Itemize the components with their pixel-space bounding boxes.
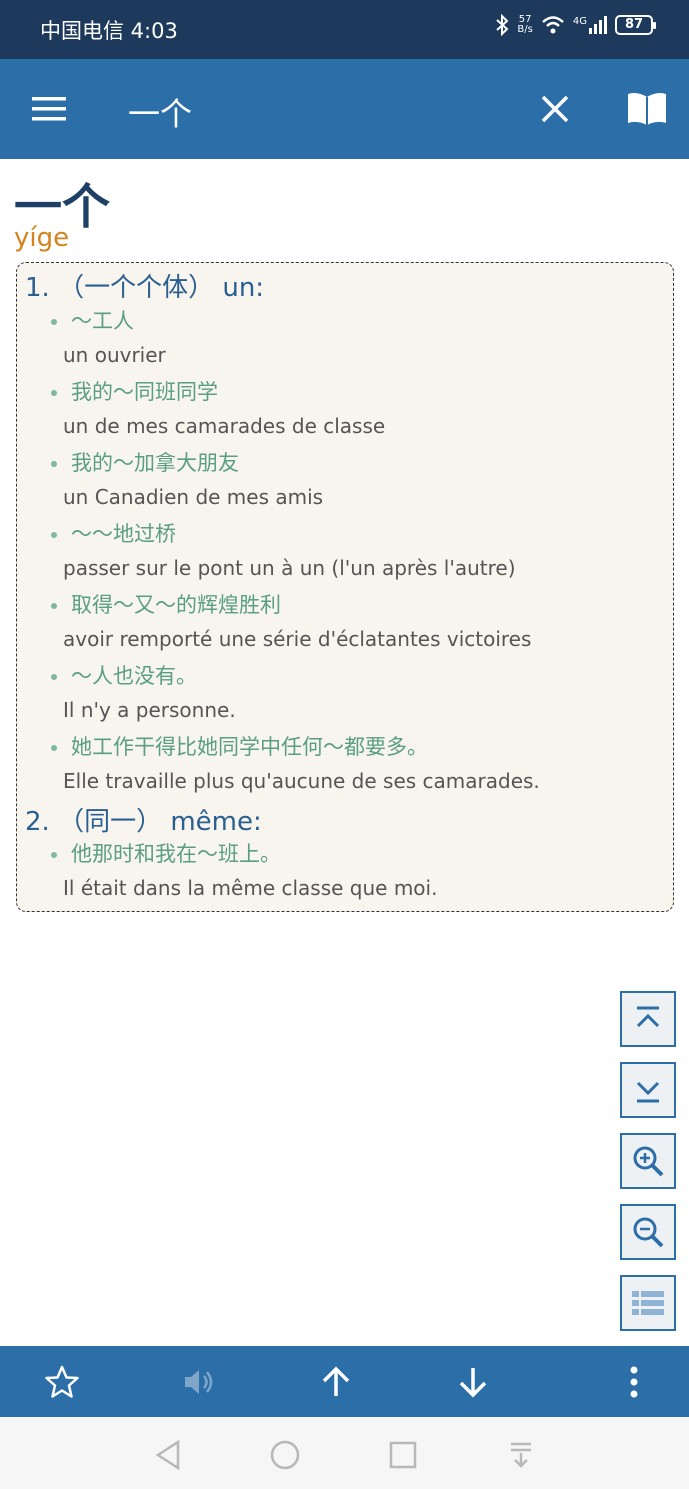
example-zh[interactable]: 他那时和我在～班上。 (51, 838, 281, 868)
scroll-top-icon (636, 1006, 660, 1028)
zoom-out-icon (633, 1217, 664, 1248)
bluetooth-icon (496, 14, 509, 36)
zoom-in-icon (633, 1146, 664, 1177)
scroll-top-button[interactable] (620, 991, 676, 1047)
zoom-out-button[interactable] (620, 1204, 676, 1260)
example-zh[interactable]: 她工作干得比她同学中任何～都要多。 (51, 731, 428, 761)
example-fr: un ouvrier (63, 343, 166, 367)
bullet-icon (51, 852, 57, 858)
system-nav-bar (0, 1417, 689, 1489)
bullet-icon (51, 532, 57, 538)
example-fr: un Canadien de mes amis (63, 485, 324, 509)
example-fr: Il n'y a personne. (63, 698, 236, 722)
example-zh-text: ～～地过桥 (71, 522, 176, 546)
zoom-in-button[interactable] (620, 1133, 676, 1189)
status-bar: 中国电信 4:03 57 B/s 4G 87 (0, 0, 689, 59)
example-fr: Il était dans la même classe que moi. (63, 876, 438, 900)
speaker-icon[interactable] (175, 1358, 223, 1406)
example-zh-text: 她工作干得比她同学中任何～都要多。 (71, 735, 428, 759)
example-zh[interactable]: ～工人 (51, 305, 134, 335)
definition-box: 1. （一个个体） un: ～工人 un ouvrier 我的～同班同学 un … (16, 262, 674, 912)
book-icon[interactable] (622, 84, 672, 134)
bullet-icon (51, 674, 57, 680)
carrier-time: 中国电信 4:03 (40, 19, 178, 43)
battery-icon: 87 (615, 15, 656, 35)
bullet-icon (51, 603, 57, 609)
net-speed: 57 B/s (517, 15, 532, 35)
app-bar: 一个 (0, 59, 689, 159)
bottom-toolbar (0, 1346, 689, 1417)
example-fr: avoir remporté une série d'éclatantes vi… (63, 627, 532, 651)
example-zh-text: ～人也没有。 (71, 664, 197, 688)
search-query-title[interactable]: 一个 (128, 89, 192, 135)
example-zh-text: 我的～同班同学 (71, 380, 218, 404)
arrow-up-icon[interactable] (312, 1358, 360, 1406)
notification-icon[interactable] (501, 1435, 541, 1475)
sense-label: 1. （一个个体） un: (25, 273, 265, 303)
scroll-bottom-icon (636, 1081, 660, 1103)
example-zh[interactable]: 我的～加拿大朋友 (51, 447, 239, 477)
example-fr: Elle travaille plus qu'aucune de ses cam… (63, 769, 540, 793)
example-zh-text: 我的～加拿大朋友 (71, 451, 239, 475)
example-zh-text: 他那时和我在～班上。 (71, 842, 281, 866)
star-icon[interactable] (38, 1358, 86, 1406)
status-icons: 57 B/s 4G 87 (495, 14, 656, 36)
example-zh-text: ～工人 (71, 309, 134, 333)
recents-icon[interactable] (383, 1435, 423, 1475)
list-button[interactable] (620, 1275, 676, 1331)
example-zh[interactable]: ～～地过桥 (51, 518, 176, 548)
net-speed-unit: B/s (517, 24, 533, 35)
bullet-icon (51, 390, 57, 396)
example-zh[interactable]: 取得～又～的辉煌胜利 (51, 589, 281, 619)
home-icon[interactable] (265, 1435, 305, 1475)
example-fr: passer sur le pont un à un (l'un après l… (63, 556, 516, 580)
close-icon[interactable] (530, 84, 580, 134)
pinyin: yíge (14, 223, 70, 253)
example-zh-text: 取得～又～的辉煌胜利 (71, 593, 281, 617)
bullet-icon (51, 461, 57, 467)
example-zh[interactable]: 我的～同班同学 (51, 376, 218, 406)
example-fr: un de mes camarades de classe (63, 414, 386, 438)
network-type: 4G (572, 16, 587, 27)
more-icon[interactable] (610, 1358, 658, 1406)
sense-label: 2. （同一） même: (25, 807, 262, 837)
arrow-down-icon[interactable] (449, 1358, 497, 1406)
signal-icon: 4G (573, 16, 607, 34)
bullet-icon (51, 745, 57, 751)
bullet-icon (51, 319, 57, 325)
example-zh[interactable]: ～人也没有。 (51, 660, 197, 690)
scroll-bottom-button[interactable] (620, 1062, 676, 1118)
back-icon[interactable] (148, 1435, 188, 1475)
wifi-icon (542, 16, 564, 34)
menu-icon[interactable] (24, 84, 74, 134)
list-icon (632, 1291, 664, 1315)
